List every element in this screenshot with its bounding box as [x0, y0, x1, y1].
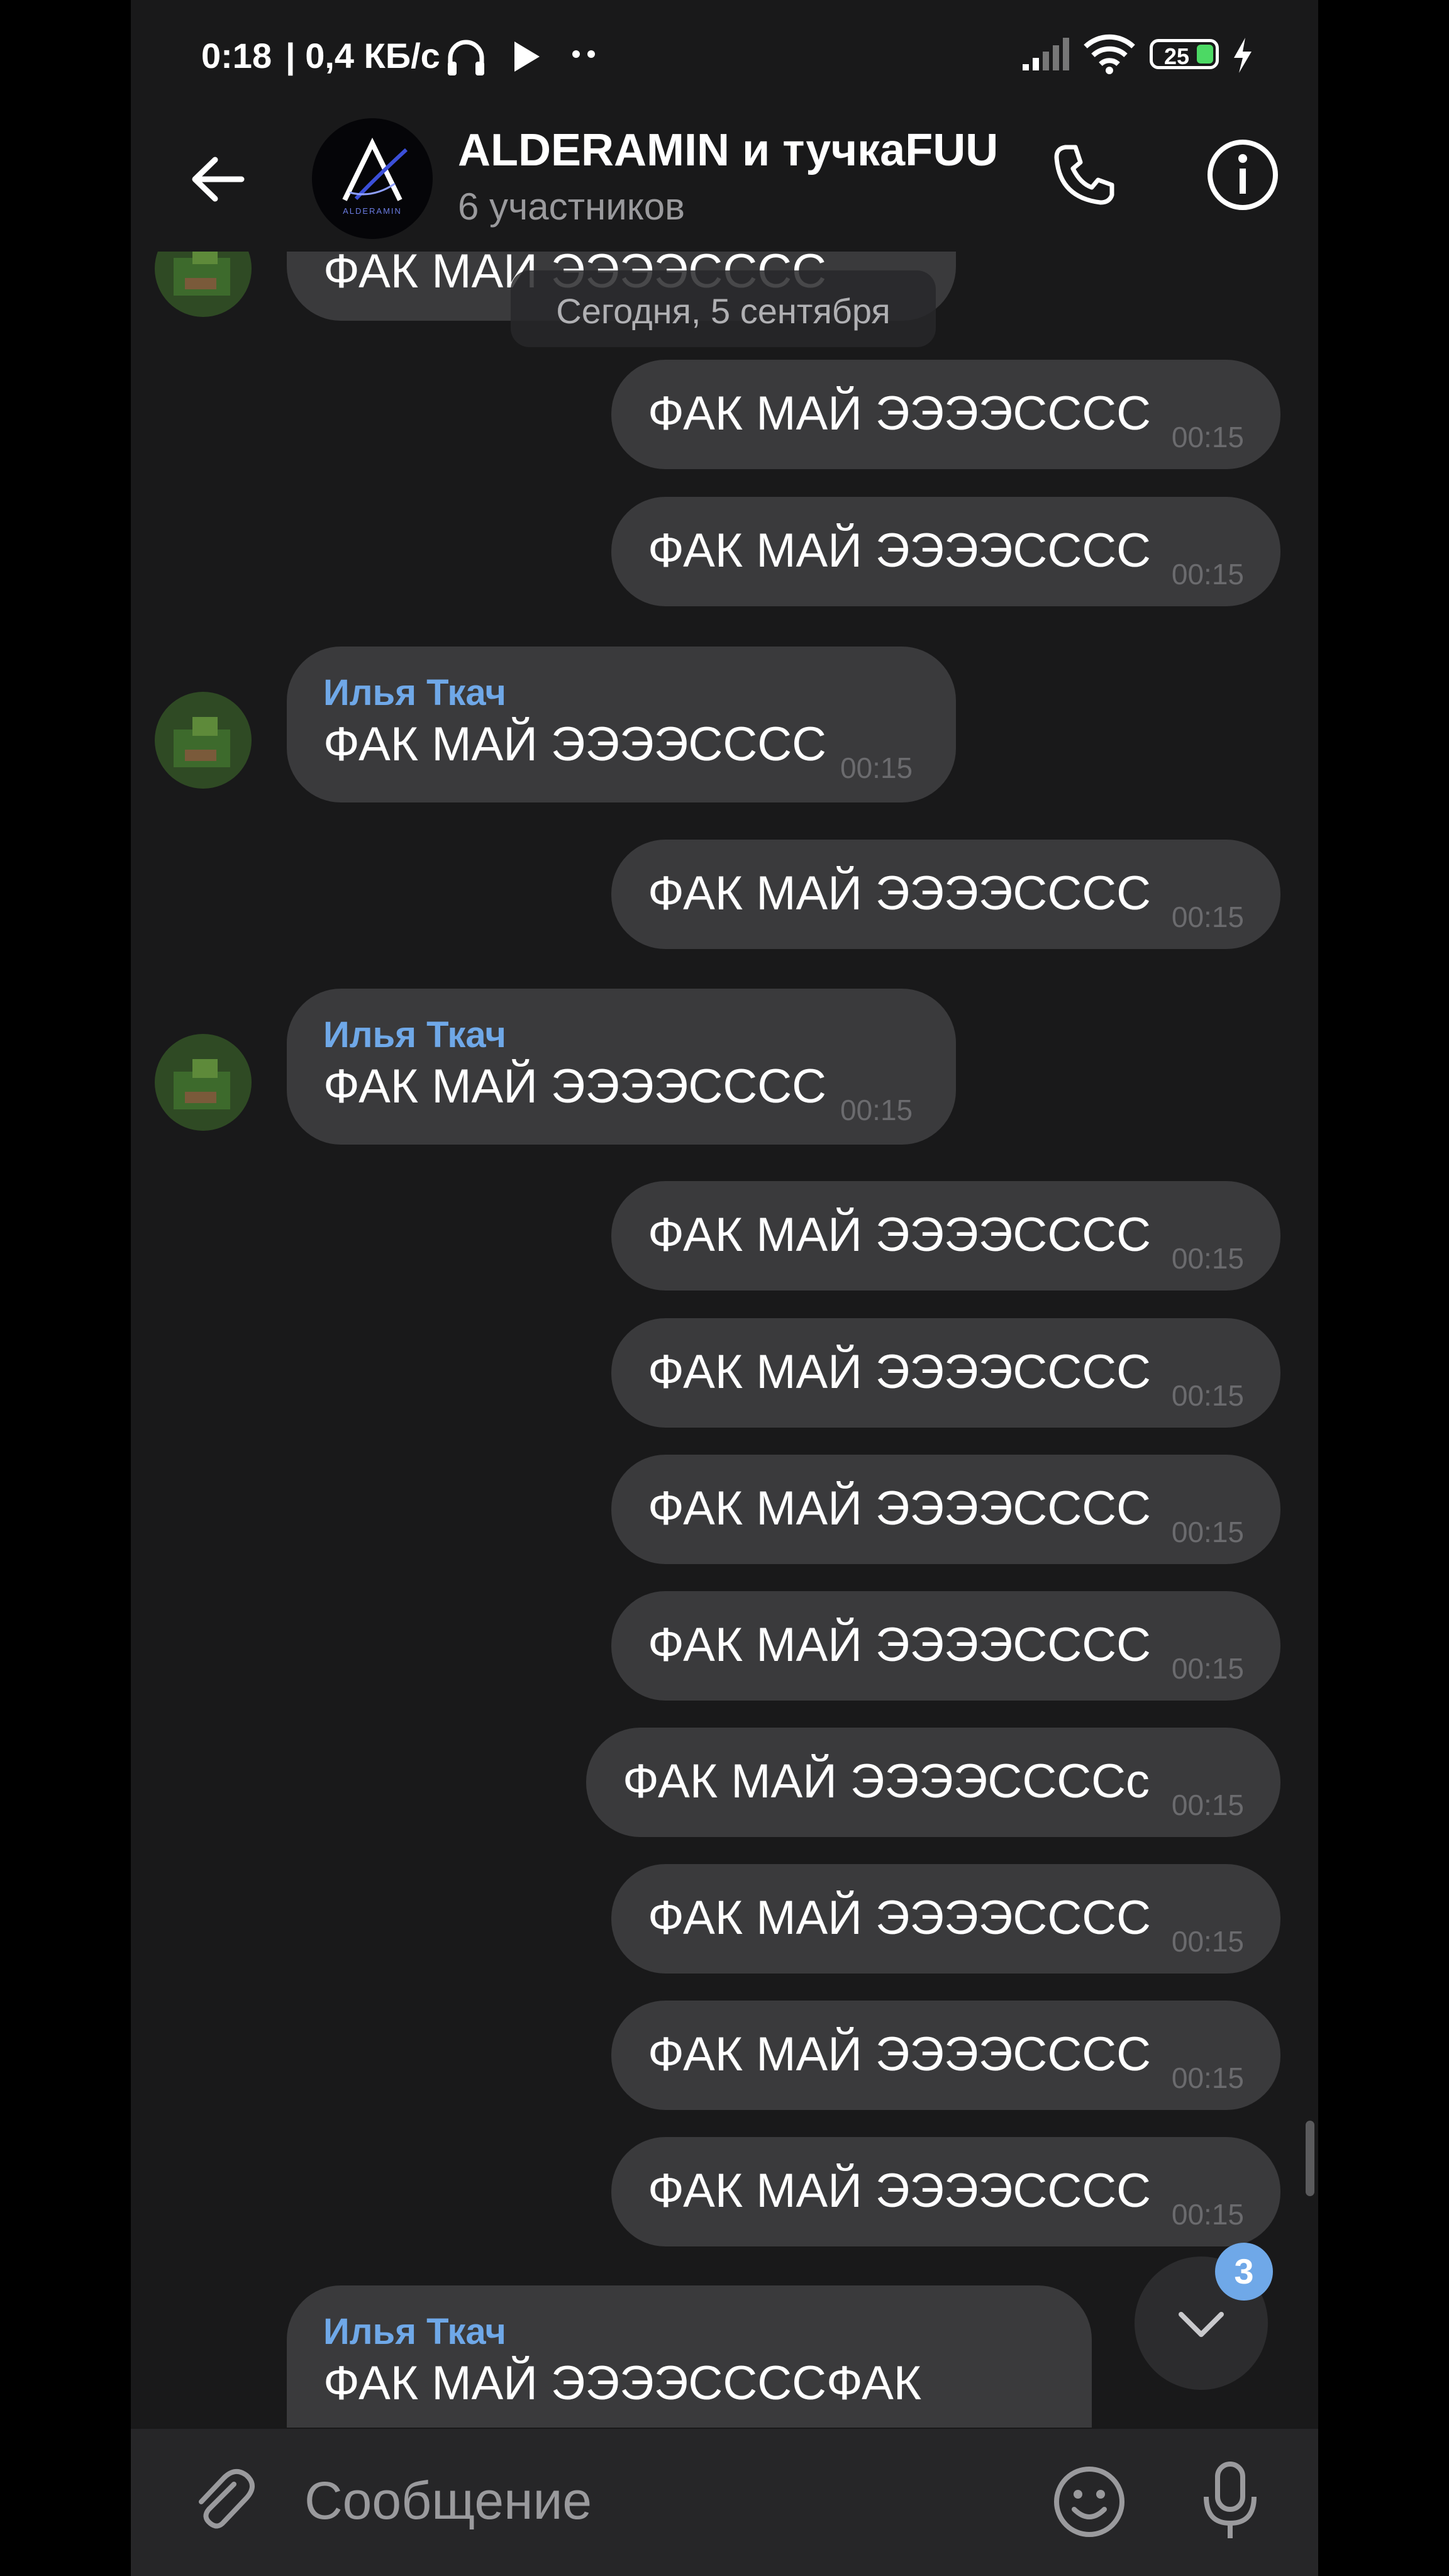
message-text: ФАК МАЙ ЭЭЭЭСССС: [648, 867, 1151, 920]
message-input-bar: [131, 2429, 1318, 2576]
message-bubble-in[interactable]: Илья Ткач ФАК МАЙ ЭЭЭЭССССФАК: [287, 2285, 1092, 2428]
message-bubble-out[interactable]: ФАК МАЙ ЭЭЭЭСССС 00:15: [611, 1181, 1280, 1291]
message-time: 00:15: [1171, 1379, 1244, 1412]
message-sender: Илья Ткач: [323, 2311, 506, 2352]
message-text: ФАК МАЙ ЭЭЭЭСССС: [648, 2164, 1151, 2218]
message-bubble-out[interactable]: ФАК МАЙ ЭЭЭЭСССС 00:15: [611, 360, 1280, 469]
status-network-speed: | 0,4 КБ/с: [286, 36, 440, 75]
signal-icon: [1023, 38, 1069, 70]
battery-level: 25: [1164, 43, 1190, 69]
message-time: 00:15: [1171, 558, 1244, 591]
microphone-icon[interactable]: [1197, 2460, 1263, 2542]
info-icon[interactable]: [1204, 136, 1282, 214]
battery-icon: 25: [1150, 39, 1219, 69]
message-list[interactable]: ФАК МАЙ ЭЭЭЭСССС Сегодня, 5 сентября Иль…: [131, 252, 1318, 2428]
chat-participants: 6 участников: [458, 186, 685, 228]
chat-header: ALDERAMIN ALDERAMIN и тучкаFUU 6 участни…: [131, 107, 1318, 264]
message-bubble-out[interactable]: ФАК МАЙ ЭЭЭЭСССС 00:15: [611, 1455, 1280, 1564]
message-input[interactable]: [304, 2457, 1122, 2545]
message-text: ФАК МАЙ ЭЭЭЭСССС: [323, 718, 826, 771]
logo-text: ALDERAMIN: [343, 206, 402, 216]
message-time: 00:15: [840, 1094, 913, 1126]
message-text: ФАК МАЙ ЭЭЭЭСССС: [648, 2028, 1151, 2081]
message-time: 00:15: [1171, 1242, 1244, 1275]
avatar-image-icon: [155, 1034, 252, 1131]
message-bubble-out[interactable]: ФАК МАЙ ЭЭЭЭСССС 00:15: [611, 1591, 1280, 1701]
message-bubble-out[interactable]: ФАК МАЙ ЭЭЭЭСССС 00:15: [611, 497, 1280, 606]
unread-badge: 3: [1215, 2243, 1273, 2301]
play-icon: [514, 42, 540, 72]
status-bar: 0:18 | 0,4 КБ/с 25: [131, 0, 1318, 107]
message-bubble-out[interactable]: ФАК МАЙ ЭЭЭЭСССС 00:15: [611, 1318, 1280, 1428]
wifi-icon: [1084, 34, 1135, 74]
paperclip-icon[interactable]: [184, 2462, 262, 2540]
message-bubble-out[interactable]: ФАК МАЙ ЭЭЭЭСССС 00:15: [611, 1864, 1280, 1974]
alderamin-logo-icon: [342, 137, 408, 201]
emoji-icon[interactable]: [1052, 2464, 1127, 2540]
date-separator-text: Сегодня, 5 сентября: [556, 291, 891, 331]
message-text: ФАК МАЙ ЭЭЭЭСССС: [323, 1060, 826, 1113]
message-time: 00:15: [1171, 2062, 1244, 2094]
message-text: ФАК МАЙ ЭЭЭЭСССС: [648, 1618, 1151, 1672]
chat-title[interactable]: ALDERAMIN и тучкаFUU: [458, 125, 998, 176]
message-time: 00:15: [1171, 2198, 1244, 2231]
phone-icon[interactable]: [1046, 137, 1122, 213]
message-bubble-out[interactable]: ФАК МАЙ ЭЭЭЭССССс 00:15: [586, 1728, 1280, 1837]
message-text: ФАК МАЙ ЭЭЭЭСССС: [648, 1891, 1151, 1945]
avatar-image-icon: [155, 252, 252, 317]
status-time: 0:18: [201, 36, 272, 75]
message-text: ФАК МАЙ ЭЭЭЭСССС: [648, 1482, 1151, 1535]
message-bubble-in[interactable]: Илья Ткач ФАК МАЙ ЭЭЭЭСССС 00:15: [287, 989, 956, 1145]
more-dots-icon: [572, 50, 595, 58]
avatar-image-icon: [155, 692, 252, 789]
date-separator: Сегодня, 5 сентября: [511, 270, 936, 347]
user-avatar[interactable]: [155, 1034, 252, 1131]
message-time: 00:15: [1171, 1789, 1244, 1821]
chevron-down-icon: [1179, 2312, 1224, 2337]
message-time: 00:15: [1171, 901, 1244, 933]
message-text: ФАК МАЙ ЭЭЭЭССССФАК: [323, 2357, 922, 2410]
message-time: 00:15: [1171, 1516, 1244, 1548]
message-bubble-in[interactable]: Илья Ткач ФАК МАЙ ЭЭЭЭСССС 00:15: [287, 647, 956, 802]
message-time: 00:15: [840, 752, 913, 784]
group-avatar[interactable]: ALDERAMIN: [312, 118, 433, 239]
phone-screen: 0:18 | 0,4 КБ/с 25 ALDERAMIN ALDERAMIN и…: [131, 0, 1318, 2576]
message-time: 00:15: [1171, 1652, 1244, 1685]
message-text: ФАК МАЙ ЭЭЭЭСССС: [648, 387, 1151, 440]
message-text: ФАК МАЙ ЭЭЭЭСССС: [648, 524, 1151, 577]
message-text: ФАК МАЙ ЭЭЭЭСССС: [648, 1208, 1151, 1262]
message-sender: Илья Ткач: [323, 672, 506, 713]
scrollbar[interactable]: [1306, 2121, 1314, 2196]
message-text: ФАК МАЙ ЭЭЭЭСССС: [648, 1345, 1151, 1399]
message-sender: Илья Ткач: [323, 1014, 506, 1055]
message-bubble-out[interactable]: ФАК МАЙ ЭЭЭЭСССС 00:15: [611, 2001, 1280, 2110]
user-avatar[interactable]: [155, 692, 252, 789]
message-time: 00:15: [1171, 1925, 1244, 1958]
message-text: ФАК МАЙ ЭЭЭЭССССс: [623, 1755, 1150, 1808]
back-arrow-icon[interactable]: [184, 145, 253, 214]
headphones-icon: [448, 40, 484, 75]
user-avatar[interactable]: [155, 252, 252, 317]
message-time: 00:15: [1171, 421, 1244, 453]
charging-icon: [1234, 38, 1252, 73]
message-bubble-out[interactable]: ФАК МАЙ ЭЭЭЭСССС 00:15: [611, 2137, 1280, 2246]
message-bubble-out[interactable]: ФАК МАЙ ЭЭЭЭСССС 00:15: [611, 840, 1280, 949]
